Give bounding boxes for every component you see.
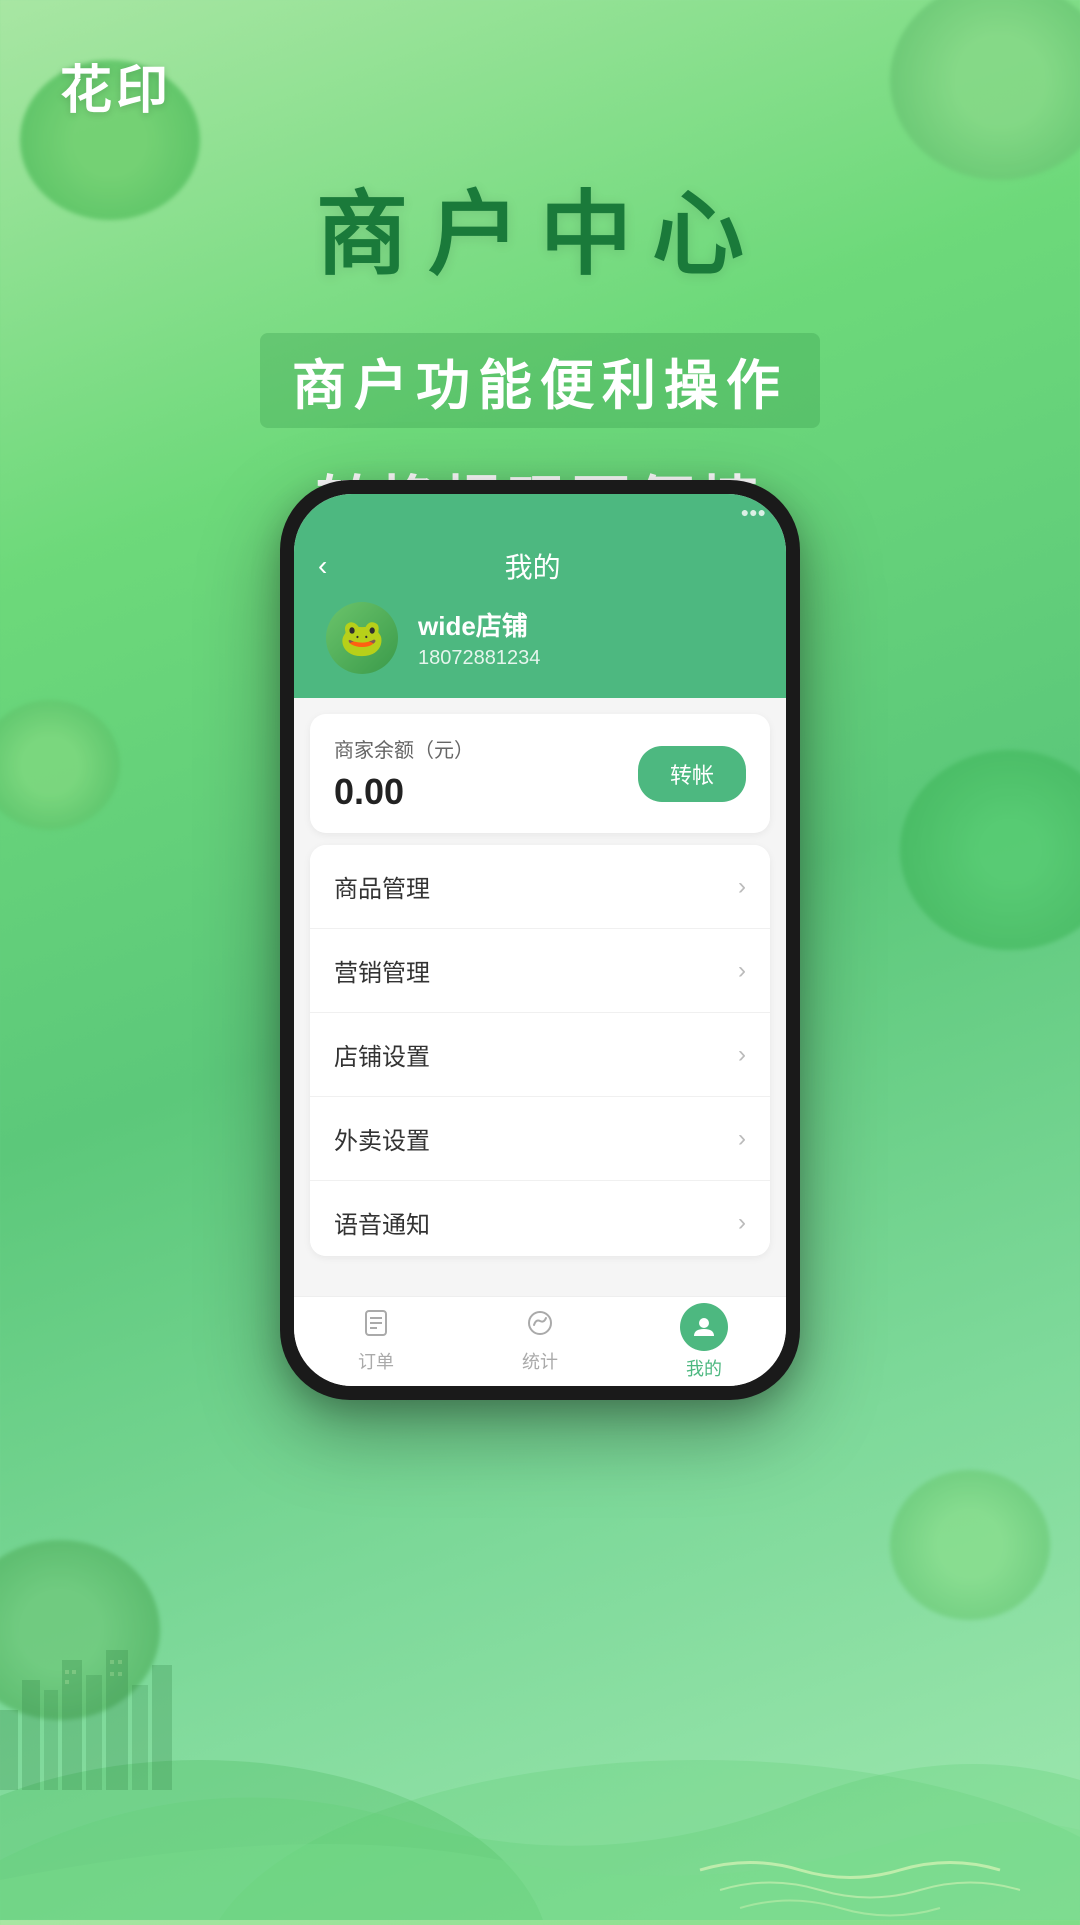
menu-item-store-settings[interactable]: 店铺设置 › [310,1013,770,1097]
back-button[interactable]: ‹ [318,550,327,582]
blob-mid-left [0,700,120,830]
blob-top-right [890,0,1080,180]
chevron-icon-delivery-settings: › [738,1125,746,1153]
balance-label: 商家余额（元） [334,734,474,763]
menu-label-product: 商品管理 [334,869,430,904]
transfer-button[interactable]: 转帐 [638,746,746,802]
app-logo: 花印 [60,48,172,123]
chevron-icon-product: › [738,873,746,901]
tab-stats[interactable]: 统计 [458,1297,622,1386]
phone-mockup: ●●● ‹ 我的 🐸 wide店铺 18072881234 [280,480,800,1400]
content-spacer [294,1256,786,1296]
tab-mine[interactable]: 我的 [622,1297,786,1386]
tab-label-order: 订单 [358,1348,394,1374]
tab-bar: 订单 统计 [294,1296,786,1386]
avatar: 🐸 [326,602,398,674]
menu-label-store-settings: 店铺设置 [334,1037,430,1072]
user-details: wide店铺 18072881234 [418,606,540,670]
phone-screen: ●●● ‹ 我的 🐸 wide店铺 18072881234 [294,494,786,1386]
app-header: ‹ 我的 🐸 wide店铺 18072881234 [294,530,786,698]
menu-item-marketing[interactable]: 营销管理 › [310,929,770,1013]
menu-item-delivery-settings[interactable]: 外卖设置 › [310,1097,770,1181]
user-info: 🐸 wide店铺 18072881234 [318,602,762,674]
chevron-icon-store-settings: › [738,1041,746,1069]
menu-label-marketing: 营销管理 [334,953,430,988]
mine-icon-circle [680,1303,728,1351]
hero-title: 商户中心 [0,160,1080,293]
header-title: 我的 [343,546,722,586]
phone-frame: ●●● ‹ 我的 🐸 wide店铺 18072881234 [280,480,800,1400]
user-name: wide店铺 [418,606,540,643]
mine-icon [680,1303,728,1351]
tab-label-mine: 我的 [686,1355,722,1381]
menu-section: 商品管理 › 营销管理 › 店铺设置 › 外卖设置 › [310,845,770,1256]
menu-item-product[interactable]: 商品管理 › [310,845,770,929]
user-phone: 18072881234 [418,647,540,670]
menu-label-delivery-settings: 外卖设置 [334,1121,430,1156]
chevron-icon-voice-notify: › [738,1209,746,1237]
balance-card: 商家余额（元） 0.00 转帐 [310,714,770,833]
status-bar: ●●● [294,494,786,530]
chevron-icon-marketing: › [738,957,746,985]
avatar-image: 🐸 [340,617,385,659]
hero-subtitle1: 商户功能便利操作 [260,333,820,428]
header-nav: ‹ 我的 [318,546,762,586]
tab-label-stats: 统计 [522,1348,558,1374]
blob-mid-right [900,750,1080,950]
menu-label-voice-notify: 语音通知 [334,1205,430,1240]
blob-bottom-right [890,1470,1050,1620]
balance-amount: 0.00 [334,771,474,813]
stats-icon [526,1309,554,1344]
order-icon [362,1309,390,1344]
menu-item-voice-notify[interactable]: 语音通知 › [310,1181,770,1256]
content-area: 商家余额（元） 0.00 转帐 商品管理 › 营销管理 › [294,698,786,1296]
city-decoration [0,1590,280,1790]
balance-info: 商家余额（元） 0.00 [334,734,474,813]
tab-order[interactable]: 订单 [294,1297,458,1386]
